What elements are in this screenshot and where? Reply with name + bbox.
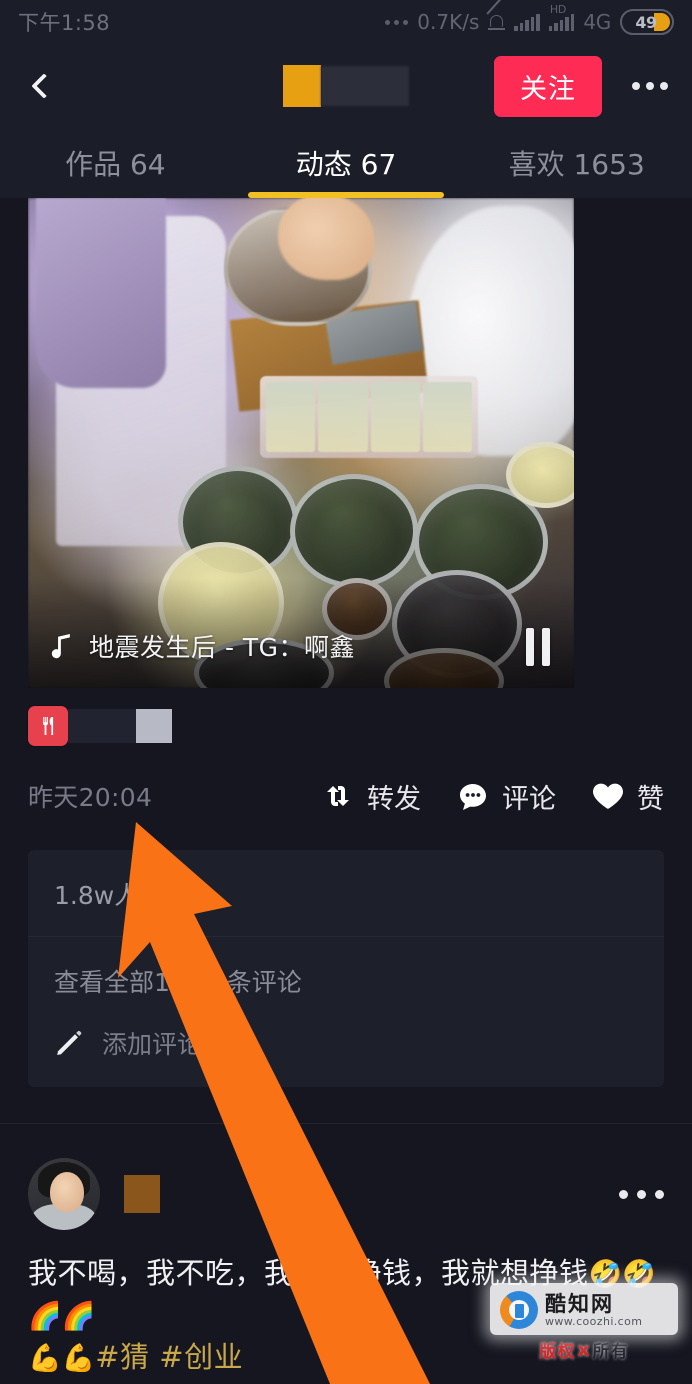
- title-redaction-gray: [321, 66, 409, 106]
- battery-level: 49: [635, 12, 657, 32]
- more-horizontal-icon[interactable]: [632, 82, 668, 90]
- share-button[interactable]: 转发: [320, 777, 421, 816]
- comment-section: 1.8w人赞 查看全部170多条评论 添加评论...: [28, 850, 664, 1087]
- feed-list: 地震发生后 - TG：啊鑫 昨天20:04 转发 评论 赞 1.8w人赞 查看全…: [0, 198, 692, 1384]
- like-label: 赞: [637, 783, 664, 815]
- tab-works[interactable]: 作品 64: [0, 128, 231, 198]
- tab-likes-label: 喜欢 1653: [508, 148, 645, 181]
- thumb-condiment-tray: [260, 376, 478, 458]
- hd-label: HD: [549, 2, 567, 16]
- caption-emoji-2: 💪💪: [28, 1343, 96, 1375]
- hd-icon: HD: [548, 3, 575, 31]
- title-redaction-orange: [283, 65, 321, 107]
- follow-button[interactable]: 关注: [494, 55, 602, 117]
- network-speed: 0.7K/s: [417, 10, 480, 34]
- thumb-sleeve: [36, 198, 166, 388]
- post-author-row: [0, 1152, 692, 1236]
- video-thumbnail[interactable]: 地震发生后 - TG：啊鑫: [28, 198, 574, 688]
- back-chevron-icon[interactable]: [22, 64, 66, 108]
- share-icon: [327, 786, 349, 806]
- comment-button[interactable]: 评论: [455, 777, 556, 816]
- like-button[interactable]: 赞: [590, 777, 664, 816]
- music-title: 地震发生后 - TG：啊鑫: [89, 633, 356, 662]
- status-bar-right: 0.7K/s HD 4G 49: [385, 0, 674, 35]
- more-horizontal-icon[interactable]: [619, 1189, 664, 1199]
- heart-icon: [593, 783, 623, 809]
- post-caption: 我不喝，我不吃，我就想挣钱，我就想挣钱🤣🤣🌈🌈 💪💪#猜 #创业: [0, 1236, 692, 1378]
- caption-hashtags[interactable]: #猜 #创业: [95, 1340, 243, 1374]
- tab-works-label: 作品 64: [65, 148, 166, 181]
- poi-tag[interactable]: [28, 706, 692, 746]
- comment-icon: [460, 784, 486, 810]
- add-comment-placeholder: 添加评论...: [102, 1030, 226, 1059]
- status-bar-left: 下午1:58: [18, 7, 110, 37]
- comment-label: 评论: [502, 783, 556, 815]
- poi-label-redaction-light: [136, 709, 172, 743]
- poi-label-redaction-dark: [68, 709, 136, 743]
- app-root: 下午1:58 0.7K/s HD 4G 49 关注 作品 64 动态 67 喜欢…: [0, 0, 692, 1384]
- tab-moments-label: 动态 67: [295, 148, 397, 181]
- profile-tabs: 作品 64 动态 67 喜欢 1653: [0, 128, 692, 198]
- tab-likes[interactable]: 喜欢 1653: [461, 128, 692, 198]
- status-time: 下午1:58: [18, 11, 111, 35]
- likes-count: 1.8w人赞: [28, 850, 664, 937]
- caption-text: 我不喝，我不吃，我就想挣钱，我就想挣钱: [28, 1256, 589, 1290]
- status-bar: 下午1:58 0.7K/s HD 4G 49: [0, 0, 692, 44]
- share-label: 转发: [367, 783, 421, 815]
- post-divider: [0, 1123, 692, 1124]
- thumb-hand: [278, 198, 374, 280]
- add-comment-input[interactable]: 添加评论...: [28, 1003, 664, 1087]
- avatar[interactable]: [28, 1158, 100, 1230]
- feed-post: 地震发生后 - TG：啊鑫 昨天20:04 转发 评论 赞 1.8w人赞 查看全…: [0, 198, 692, 1128]
- tab-moments[interactable]: 动态 67: [231, 128, 462, 198]
- pencil-icon: [57, 1030, 82, 1055]
- dots-icon: [385, 19, 409, 25]
- nav-bar: 关注: [0, 44, 692, 128]
- post-meta-row: 昨天20:04 转发 评论 赞: [28, 772, 664, 820]
- music-note-icon: [51, 634, 70, 659]
- thumb-bowl-2: [290, 474, 418, 588]
- mute-icon: [486, 0, 506, 32]
- author-name-redaction: [124, 1175, 160, 1213]
- pause-icon[interactable]: [526, 628, 550, 666]
- battery-icon: 49: [620, 9, 674, 35]
- post-timestamp: 昨天20:04: [28, 783, 153, 812]
- feed-post: 我不喝，我不吃，我就想挣钱，我就想挣钱🤣🤣🌈🌈 💪💪#猜 #创业: [0, 1128, 692, 1384]
- music-label[interactable]: 地震发生后 - TG：啊鑫: [50, 628, 355, 664]
- restaurant-fork-icon: [28, 706, 68, 746]
- page-title: [283, 65, 409, 107]
- post-actions: 转发 评论 赞: [320, 777, 664, 816]
- signal-bars-icon: [514, 13, 540, 31]
- network-type: 4G: [583, 10, 611, 34]
- view-all-comments-link[interactable]: 查看全部170多条评论: [28, 937, 664, 1003]
